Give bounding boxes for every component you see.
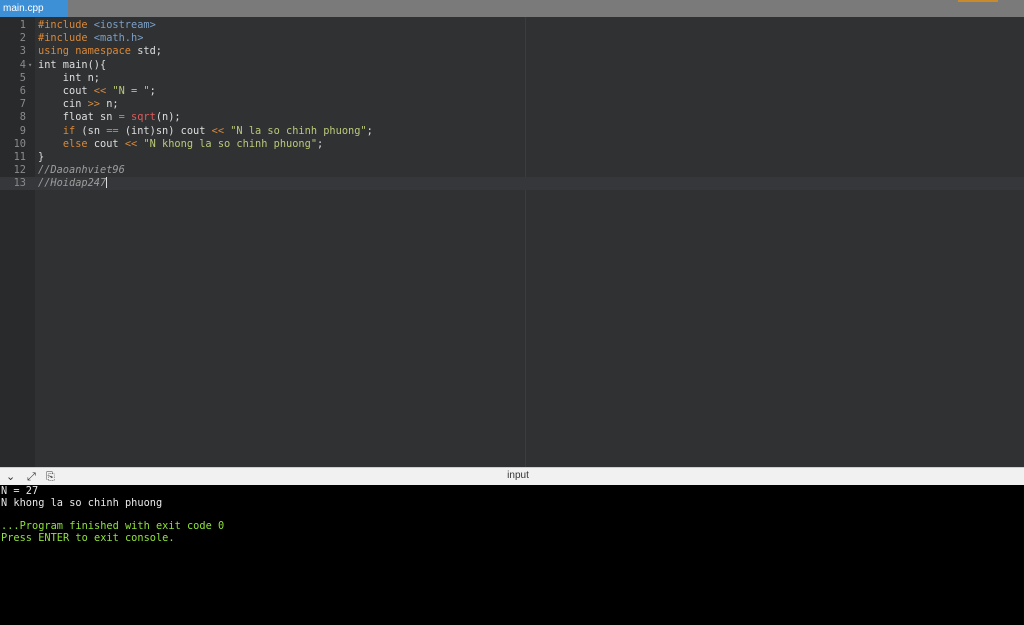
code-token: == — [106, 124, 119, 137]
code-text: #include <iostream> — [38, 19, 156, 32]
tab-main-cpp[interactable]: main.cpp — [0, 0, 68, 17]
code-text: //Daoanhviet96 — [38, 164, 125, 177]
code-token: (sn — [75, 124, 107, 137]
code-token: int n; — [38, 71, 100, 84]
code-text: cout << "N = "; — [38, 85, 156, 98]
code-text: //Hoidap247 — [38, 177, 108, 190]
code-token: using — [38, 45, 76, 58]
code-token: if — [62, 124, 76, 137]
code-line[interactable]: 11} — [0, 151, 1024, 164]
code-line[interactable]: 7 cin >> n; — [0, 98, 1024, 111]
code-token: //Daoanhviet96 — [38, 164, 125, 177]
code-token: n; — [100, 98, 119, 111]
code-line[interactable]: 2 #include <math.h> — [0, 32, 1024, 45]
code-token: int main(){ — [38, 58, 107, 71]
code-text: cin >> n; — [38, 98, 119, 111]
console-line: Press ENTER to exit console. — [1, 531, 175, 544]
fold-toggle-icon[interactable]: ▾ — [28, 59, 32, 72]
code-token: "N khong la so chinh phuong" — [143, 137, 318, 150]
code-token: (int)sn) cout — [118, 124, 212, 137]
code-token: //Hoidap247 — [38, 177, 107, 190]
line-number: 1 — [19, 19, 26, 31]
line-number: 3 — [19, 45, 26, 58]
line-number: 9 — [19, 124, 26, 137]
code-text: #include <math.h> — [38, 32, 143, 45]
line-number: 12 — [13, 164, 26, 177]
code-token: cout — [38, 85, 94, 97]
tab-bar: main.cpp — [0, 0, 1024, 17]
code-line[interactable]: 8 float sn = sqrt(n); — [0, 111, 1024, 124]
code-token: else — [62, 137, 88, 150]
code-token: ; — [366, 124, 373, 137]
input-label: input — [507, 470, 529, 481]
code-line[interactable]: 13 //Hoidap247 — [0, 177, 1024, 191]
code-text: using namespace std; — [38, 45, 162, 58]
code-editor[interactable]: 1 #include <iostream> 2 #include <math.h> 3 u… — [0, 17, 1024, 467]
console-line: ...Program finished with exit code 0 — [1, 520, 225, 533]
code-line[interactable]: 1 #include <iostream> — [0, 19, 1024, 32]
code-token: (n); — [155, 111, 181, 124]
text-cursor — [106, 177, 108, 189]
code-token: "N = " — [112, 85, 150, 97]
code-token: << — [93, 85, 107, 97]
code-token: } — [38, 151, 45, 163]
code-text: float sn = sqrt(n); — [38, 111, 181, 124]
console-splitter-bar[interactable]: ⌄ ⤢ ⎘ input — [0, 467, 1024, 485]
code-token: #include — [38, 32, 94, 45]
code-text: int n; — [38, 72, 100, 85]
code-token: ; — [317, 137, 324, 150]
code-token: <math.h> — [93, 32, 144, 45]
line-number: 5 — [19, 71, 26, 84]
line-number: 10 — [13, 137, 26, 150]
code-token: std; — [137, 45, 163, 58]
code-token: cout — [87, 137, 125, 150]
code-text: else cout << "N khong la so chinh phuong… — [38, 138, 323, 151]
code-text: } — [38, 151, 44, 164]
code-line[interactable]: 3 using namespace std; — [0, 45, 1024, 58]
output-console[interactable]: N = 27 N khong la so chinh phuong ...Progr… — [0, 485, 1024, 625]
code-token: float sn — [38, 111, 119, 124]
tabbar-accent — [958, 0, 998, 2]
code-line[interactable]: 10 else cout << "N khong la so chinh phu… — [0, 138, 1024, 151]
line-number: 6 — [19, 85, 26, 97]
console-line: N khong la so chinh phuong — [1, 496, 163, 509]
code-token: << — [211, 124, 225, 137]
code-token: << — [124, 137, 138, 150]
line-number: 13 — [13, 177, 26, 190]
console-line: N = 27 — [1, 485, 39, 497]
code-token: ; — [149, 85, 156, 97]
code-token: <iostream> — [93, 19, 156, 31]
line-number: 8 — [19, 111, 26, 124]
line-number: 2 — [19, 32, 26, 45]
code-text: int main(){ — [38, 59, 106, 72]
code-token: namespace — [75, 45, 138, 58]
code-line[interactable]: 4 ▾ int main(){ — [0, 59, 1024, 72]
code-text: if (sn == (int)sn) cout << "N la so chin… — [38, 125, 373, 138]
code-line[interactable]: 6 cout << "N = "; — [0, 85, 1024, 98]
line-number: 7 — [19, 98, 26, 111]
code-token: sqrt — [131, 111, 156, 124]
code-token: cin — [38, 98, 88, 111]
line-number: 4 — [19, 58, 26, 71]
code-line[interactable]: 9 if (sn == (int)sn) cout << "N la so ch… — [0, 125, 1024, 138]
line-number: 11 — [13, 151, 26, 163]
code-line[interactable]: 5 int n; — [0, 72, 1024, 85]
code-line[interactable]: 12 //Daoanhviet96 — [0, 164, 1024, 177]
code-token: >> — [87, 98, 101, 111]
code-token: #include — [38, 19, 94, 31]
code-token: "N la so chinh phuong" — [230, 124, 367, 137]
